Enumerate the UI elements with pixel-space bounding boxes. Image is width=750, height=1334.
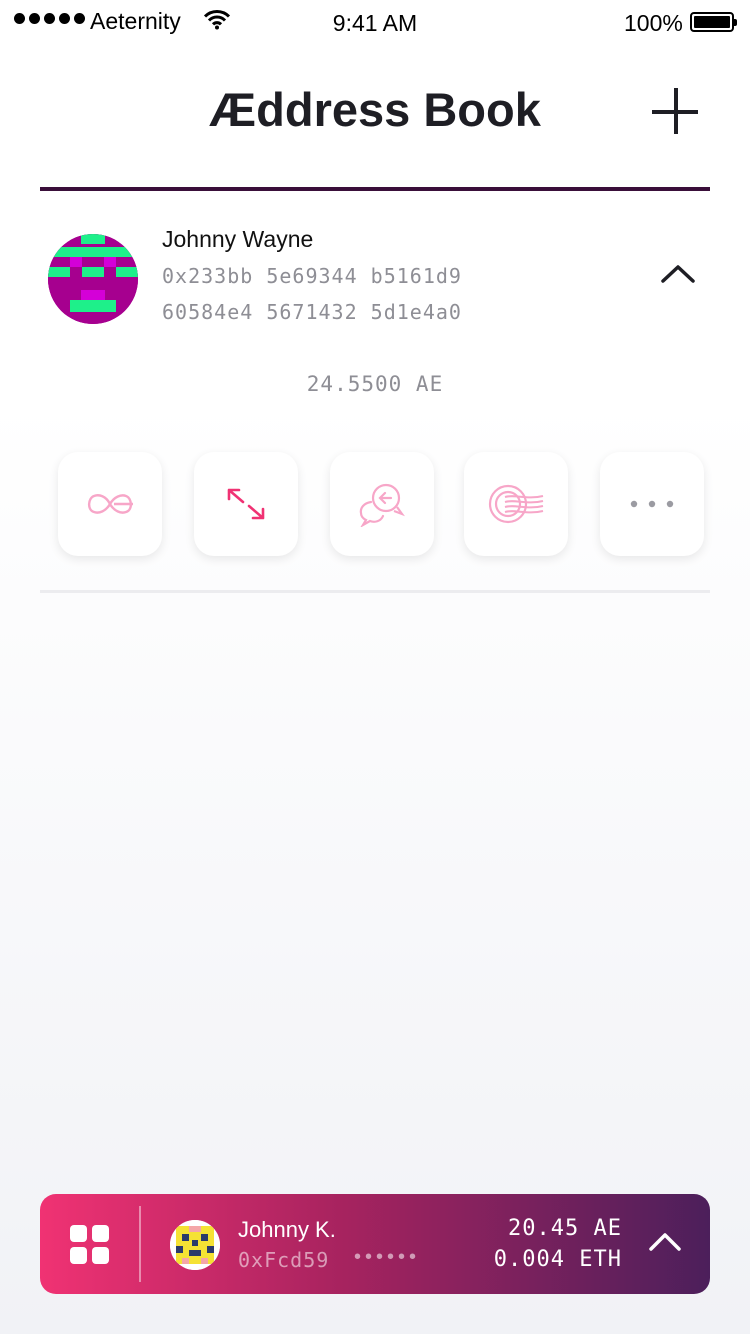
identicon-icon bbox=[170, 1220, 220, 1270]
more-button[interactable] bbox=[600, 452, 704, 556]
status-bar: Aeternity 9:41 AM 100% bbox=[0, 0, 750, 44]
contact-address-line2: 60584e4 5671432 5d1e4a0 bbox=[162, 300, 462, 324]
stamp-button[interactable] bbox=[464, 452, 568, 556]
battery-icon bbox=[690, 12, 737, 32]
chat-bubbles-icon bbox=[359, 483, 405, 527]
account-address-mask: •••••• bbox=[354, 1246, 421, 1268]
contact-avatar bbox=[48, 234, 138, 324]
transfer-button[interactable] bbox=[194, 452, 298, 556]
header-divider bbox=[40, 187, 710, 191]
stamp-icon bbox=[488, 484, 544, 524]
account-avatar bbox=[170, 1220, 220, 1270]
account-name: Johnny K. bbox=[238, 1217, 336, 1242]
account-bar[interactable]: Johnny K. 0xFcd59 •••••• 20.45 AE 0.004 … bbox=[40, 1194, 710, 1294]
chat-button[interactable] bbox=[330, 452, 434, 556]
chevron-up-icon[interactable] bbox=[648, 1230, 682, 1252]
account-balance-ae: 20.45 AE bbox=[508, 1216, 622, 1241]
transfer-arrows-icon bbox=[227, 488, 265, 520]
list-divider bbox=[40, 590, 710, 593]
add-contact-button[interactable] bbox=[652, 88, 700, 136]
more-icon bbox=[630, 500, 674, 508]
account-address: 0xFcd59 bbox=[238, 1248, 330, 1272]
chevron-up-icon[interactable] bbox=[660, 262, 696, 284]
battery-percent: 100% bbox=[624, 10, 683, 36]
grid-icon[interactable] bbox=[70, 1225, 110, 1265]
contact-balance: 24.5500 AE bbox=[306, 372, 444, 396]
send-ae-button[interactable] bbox=[58, 452, 162, 556]
bar-divider bbox=[139, 1206, 141, 1282]
page-title: Æddress Book bbox=[209, 83, 541, 136]
aeternity-logo-icon bbox=[87, 494, 133, 514]
contact-address-line1: 0x233bb 5e69344 b5161d9 bbox=[162, 264, 462, 288]
contact-name: Johnny Wayne bbox=[162, 226, 314, 252]
account-balance-eth: 0.004 ETH bbox=[493, 1247, 622, 1272]
identicon-icon bbox=[48, 234, 138, 324]
